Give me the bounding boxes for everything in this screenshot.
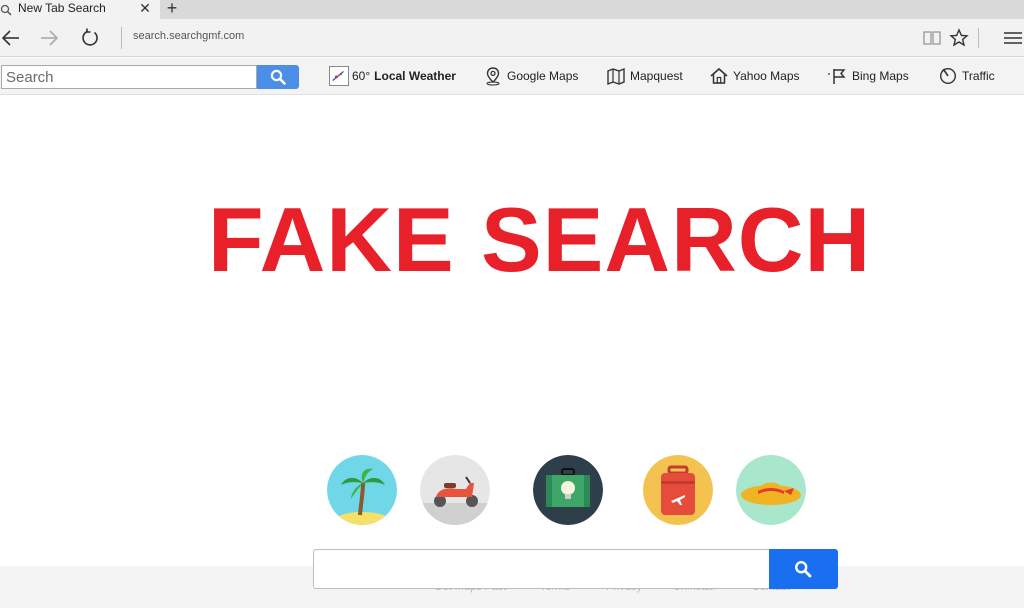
mapquest-link[interactable]: Mapquest [606, 64, 683, 88]
weather-label: Local Weather [374, 69, 456, 83]
traffic-gauge-icon [938, 66, 958, 86]
palm-tree-icon[interactable] [327, 455, 397, 525]
fake-search-headline: FAKE SEARCH [208, 190, 872, 291]
google-maps-label: Google Maps [507, 69, 579, 83]
bing-maps-link[interactable]: Bing Maps [828, 64, 909, 88]
menu-divider [978, 28, 979, 48]
sun-hat-icon[interactable] [736, 455, 806, 525]
search-icon [794, 560, 812, 578]
refresh-icon[interactable] [79, 27, 101, 49]
close-icon[interactable]: ✕ [138, 1, 152, 15]
weather-icon [329, 66, 349, 86]
search-icon [270, 69, 286, 85]
toolbar-search-button[interactable] [257, 65, 299, 89]
google-maps-link[interactable]: Google Maps [483, 64, 578, 88]
forward-arrow-icon[interactable] [38, 27, 60, 49]
main-search-input[interactable] [313, 549, 770, 589]
mapquest-label: Mapquest [630, 69, 683, 83]
main-search-button[interactable] [769, 549, 838, 589]
local-weather-link[interactable]: 60° Local Weather [329, 64, 456, 88]
flag-icon [828, 66, 848, 86]
weather-temperature: 60° [352, 69, 371, 83]
hub-menu-icon[interactable] [1002, 28, 1022, 48]
scooter-icon[interactable] [420, 455, 490, 525]
yahoo-maps-label: Yahoo Maps [733, 69, 800, 83]
tab-strip: New Tab Search ✕ + [0, 0, 1024, 19]
search-toolbar: 60° Local Weather Google Maps Mapquest Y… [0, 58, 1024, 95]
suitcase-lightbulb-icon[interactable] [533, 455, 603, 525]
traffic-link[interactable]: Traffic [938, 64, 995, 88]
folded-map-icon [606, 66, 626, 86]
navigation-bar: search.searchgmf.com [0, 19, 1024, 57]
back-arrow-icon[interactable] [0, 27, 22, 49]
address-bar[interactable]: search.searchgmf.com [133, 30, 244, 42]
new-tab-button[interactable]: + [163, 0, 181, 17]
tab-title: New Tab Search [18, 1, 106, 15]
traffic-label: Traffic [962, 69, 995, 83]
toolbar-search-input[interactable] [1, 65, 257, 89]
address-divider [121, 27, 122, 49]
luggage-icon[interactable] [643, 455, 713, 525]
search-icon [0, 3, 12, 16]
favorite-star-icon[interactable] [949, 28, 969, 48]
home-icon [709, 66, 729, 86]
reading-view-icon[interactable] [922, 28, 942, 48]
yahoo-maps-link[interactable]: Yahoo Maps [709, 64, 800, 88]
map-pin-icon [483, 66, 503, 86]
bing-maps-label: Bing Maps [852, 69, 909, 83]
tab-new-tab-search[interactable]: New Tab Search ✕ [0, 0, 160, 19]
